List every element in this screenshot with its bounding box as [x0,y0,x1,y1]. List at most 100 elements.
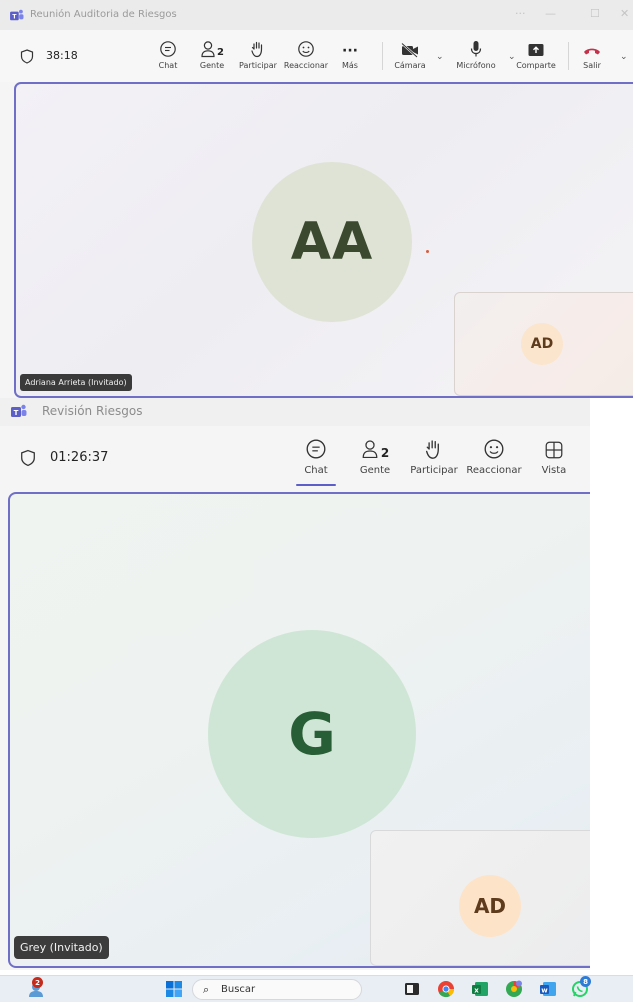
chrome-profile-app[interactable] [504,979,524,999]
task-view-icon [405,983,419,995]
people-icon [362,440,378,459]
people-icon [201,41,215,58]
raise-hand-label: Participar [410,465,458,476]
word-icon: w [540,982,556,996]
minimize-icon[interactable]: — [545,7,556,20]
chat-icon [306,439,326,459]
self-video-tile[interactable]: AD [370,830,590,966]
camera-off-icon [401,42,418,58]
close-icon[interactable]: ✕ [620,7,629,20]
meeting-window-front: T Revisión Riesgos 01:26:37 Chat 2 Gente… [0,398,590,970]
search-placeholder: Buscar [221,984,256,995]
people-count: 2 [217,47,224,58]
title-bar: T Reunión Auditoria de Riesgos ··· — ☐ ✕ [0,0,633,30]
start-button[interactable] [164,979,184,999]
view-label: Vista [541,465,567,476]
windows-logo-icon [166,981,182,997]
meeting-toolbar: 38:18 Chat 2 Gente Participar Reaccionar… [0,30,633,82]
leave-button[interactable]: Salir [574,36,610,78]
mic-button[interactable]: Micrófono [452,36,500,78]
chat-button[interactable]: Chat [144,36,192,78]
chrome-icon [438,981,455,998]
meeting-timer: 38:18 [46,49,78,62]
teams-icon: T [10,9,24,21]
svg-text:w: w [541,987,548,995]
participant-avatar: AA [252,162,412,322]
shield-icon [20,49,34,64]
svg-text:T: T [14,409,19,417]
shield-icon [21,449,35,467]
chat-label: Chat [158,61,178,70]
react-button[interactable]: Reaccionar [464,436,524,484]
raise-hand-button[interactable]: Participar [234,36,282,78]
word-app[interactable]: w [538,979,558,999]
chat-label: Chat [304,465,328,476]
participant-name-tag: Adriana Arrieta (Invitado) [20,374,132,391]
whatsapp-app[interactable]: 8 [570,976,591,999]
people-button[interactable]: 2 Gente [352,436,398,484]
more-label: Más [342,61,358,70]
people-button[interactable]: 2 Gente [188,36,236,78]
more-button[interactable]: ··· Más [326,36,374,78]
participant-avatar: G [208,630,416,838]
taskbar-search[interactable]: ⌕ Buscar [192,979,362,1000]
people-label: Gente [359,465,391,476]
leave-label: Salir [583,61,601,70]
share-button[interactable]: Comparte [512,36,560,78]
screen: T Reunión Auditoria de Riesgos ··· — ☐ ✕… [0,0,633,1002]
chat-icon [160,41,176,57]
smile-icon [298,41,314,57]
excel-icon: x [472,982,488,996]
smile-icon [484,439,504,459]
hang-up-icon [584,48,600,55]
people-count: 2 [380,446,390,460]
react-label: Reaccionar [283,61,329,70]
windows-taskbar: 2 ⌕ Buscar x w 8 [0,975,633,1002]
task-view-button[interactable] [402,979,422,999]
whatsapp-badge: 8 [580,976,591,987]
participant-name-tag: Grey (Invitado) [14,936,109,959]
search-icon: ⌕ [203,983,210,996]
window-title: Reunión Auditoria de Riesgos [30,9,177,20]
self-video-tile[interactable]: AD [454,292,633,396]
grid-view-icon [545,441,563,459]
hand-icon [425,440,439,459]
video-stage: AA AD Adriana Arrieta (Invitado) [14,82,633,398]
meeting-timer: 01:26:37 [50,450,109,465]
leave-options-chevron-icon[interactable]: ⌄ [620,52,628,62]
mic-label: Micrófono [456,61,496,70]
share-label: Comparte [516,61,556,70]
share-icon [528,44,544,56]
react-button[interactable]: Reaccionar [282,36,330,78]
meeting-window-back: T Reunión Auditoria de Riesgos ··· — ☐ ✕… [0,0,633,398]
title-bar: T Revisión Riesgos [0,398,590,426]
raise-hand-label: Participar [239,61,277,70]
notifications-icon[interactable]: 2 [26,977,46,999]
notification-badge: 2 [32,977,43,988]
excel-app[interactable]: x [470,979,490,999]
camera-button[interactable]: Cámara [386,36,434,78]
window-title: Revisión Riesgos [42,404,143,418]
maximize-icon[interactable]: ☐ [590,7,600,20]
toolbar-divider [382,42,383,70]
cursor-dot [426,250,429,253]
microphone-icon [470,41,482,57]
self-avatar: AD [521,323,563,365]
self-avatar: AD [459,875,521,937]
more-icon[interactable]: ··· [515,7,526,20]
teams-icon: T [11,404,27,417]
hand-icon [251,41,263,58]
toolbar-divider [568,42,569,70]
video-stage: G AD Grey (Invitado) [8,492,590,968]
raise-hand-button[interactable]: Participar [404,436,464,484]
camera-options-chevron-icon[interactable]: ⌄ [436,52,444,62]
ellipsis-icon: ··· [342,43,358,59]
chrome-app[interactable] [436,979,456,999]
meeting-toolbar: 01:26:37 Chat 2 Gente Participar Reaccio… [0,426,590,486]
svg-text:x: x [474,987,479,995]
view-button[interactable]: Vista [532,436,576,484]
people-label: Gente [199,61,225,70]
chat-button[interactable]: Chat [292,436,340,486]
chrome-profile-icon [506,980,522,997]
react-label: Reaccionar [466,465,522,476]
